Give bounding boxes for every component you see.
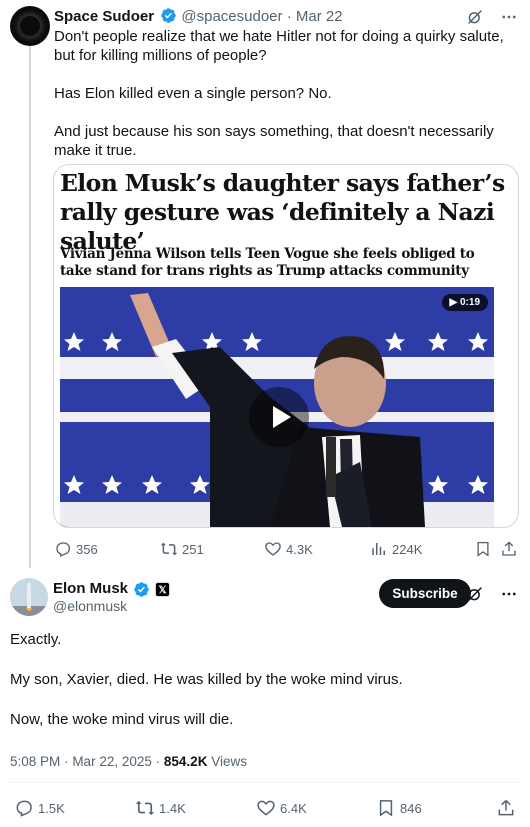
duration-label: 0:19: [459, 297, 480, 308]
verified-badge-icon: [134, 581, 149, 597]
views-icon: [372, 543, 385, 555]
grok-icon[interactable]: [466, 585, 484, 603]
like-icon: [265, 542, 281, 556]
views-count: 224K: [392, 541, 423, 557]
tweet-paragraph: My son, Xavier, died. He was killed by t…: [10, 671, 403, 688]
tweet-text: Don't people realize that we hate Hitler…: [54, 27, 520, 160]
views-button[interactable]: 224K: [370, 540, 422, 558]
grok-icon[interactable]: [466, 8, 484, 26]
author-name-row: Elon Musk 𝕏: [53, 579, 171, 599]
tweet-paragraph: Exactly.: [10, 631, 62, 648]
like-button[interactable]: 4.3K: [264, 540, 313, 558]
article-subheadline: Vivian Jenna Wilson tells Teen Vogue she…: [60, 246, 475, 279]
reply-count: 1.5K: [38, 800, 65, 816]
repost-icon: [160, 542, 178, 556]
verified-badge-icon: [161, 8, 176, 23]
author-handle[interactable]: @spacesudoer: [181, 8, 282, 25]
tweet-metadata: 5:08 PM · Mar 22, 2025 · 854.2K Views: [10, 754, 247, 769]
bookmark-icon: [477, 541, 489, 557]
affiliate-x-badge[interactable]: 𝕏: [155, 581, 171, 597]
views-count[interactable]: 854.2K: [164, 754, 208, 769]
like-button[interactable]: 6.4K: [256, 798, 307, 818]
separator-dot: ·: [286, 8, 292, 25]
parent-tweet-header: Space Sudoer @spacesudoer · Mar 22: [54, 7, 343, 27]
bookmark-count: 846: [400, 800, 422, 816]
tweet-text: Exactly. My son, Xavier, died. He was ki…: [10, 630, 520, 750]
share-button[interactable]: [496, 798, 516, 818]
video-player[interactable]: ▶ 0:19: [60, 287, 494, 527]
play-icon[interactable]: [249, 387, 309, 447]
reply-icon: [16, 800, 32, 817]
parent-tweet[interactable]: Space Sudoer @spacesudoer · Mar 22 Don't…: [0, 0, 530, 570]
reply-button[interactable]: 1.5K: [14, 798, 65, 818]
author-handle[interactable]: @elonmusk: [53, 598, 127, 614]
author-name[interactable]: Space Sudoer: [54, 8, 154, 25]
more-icon[interactable]: [500, 585, 518, 603]
avatar[interactable]: [10, 6, 50, 46]
author-name[interactable]: Elon Musk: [53, 579, 128, 599]
media-card[interactable]: Elon Musk’s daughter says father’s rally…: [53, 164, 519, 528]
tweet-date[interactable]: Mar 22, 2025: [72, 754, 152, 769]
avatar[interactable]: [10, 578, 48, 616]
subscribe-button[interactable]: Subscribe: [379, 579, 471, 608]
play-icon-small: ▶: [449, 297, 460, 308]
tweet-paragraph: Now, the woke mind virus will die.: [10, 711, 234, 728]
share-icon: [498, 799, 514, 816]
like-count: 6.4K: [280, 800, 307, 816]
like-icon: [257, 800, 275, 816]
tweet-paragraph: Don't people realize that we hate Hitler…: [54, 28, 504, 64]
more-icon[interactable]: [500, 8, 518, 26]
views-label: Views: [211, 754, 247, 769]
separator-dot: ·: [64, 754, 69, 769]
like-count: 4.3K: [286, 541, 313, 557]
repost-icon: [135, 800, 155, 816]
reply-count: 356: [76, 541, 98, 557]
bookmark-button[interactable]: 846: [376, 798, 422, 818]
bookmark-button[interactable]: [474, 540, 492, 558]
divider: [10, 782, 520, 783]
repost-button[interactable]: 1.4K: [135, 798, 186, 818]
tweet-paragraph: Has Elon killed even a single person? No…: [54, 85, 332, 102]
separator-dot: ·: [155, 754, 161, 769]
repost-count: 251: [182, 541, 204, 557]
tweet-time[interactable]: 5:08 PM: [10, 754, 60, 769]
tweet-date[interactable]: Mar 22: [296, 8, 343, 25]
bookmark-icon: [379, 800, 393, 817]
reply-icon: [56, 542, 71, 557]
reply-button[interactable]: 356: [54, 540, 98, 558]
video-duration: ▶ 0:19: [441, 294, 488, 311]
tweet-paragraph: And just because his son says something,…: [54, 123, 494, 159]
repost-count: 1.4K: [159, 800, 186, 816]
article-headline: Elon Musk’s daughter says father’s rally…: [60, 169, 505, 255]
share-button[interactable]: [500, 540, 518, 558]
main-tweet[interactable]: Elon Musk 𝕏 @elonmusk Subscribe Exactly.…: [0, 570, 530, 827]
share-icon: [502, 541, 516, 556]
repost-button[interactable]: 251: [160, 540, 204, 558]
